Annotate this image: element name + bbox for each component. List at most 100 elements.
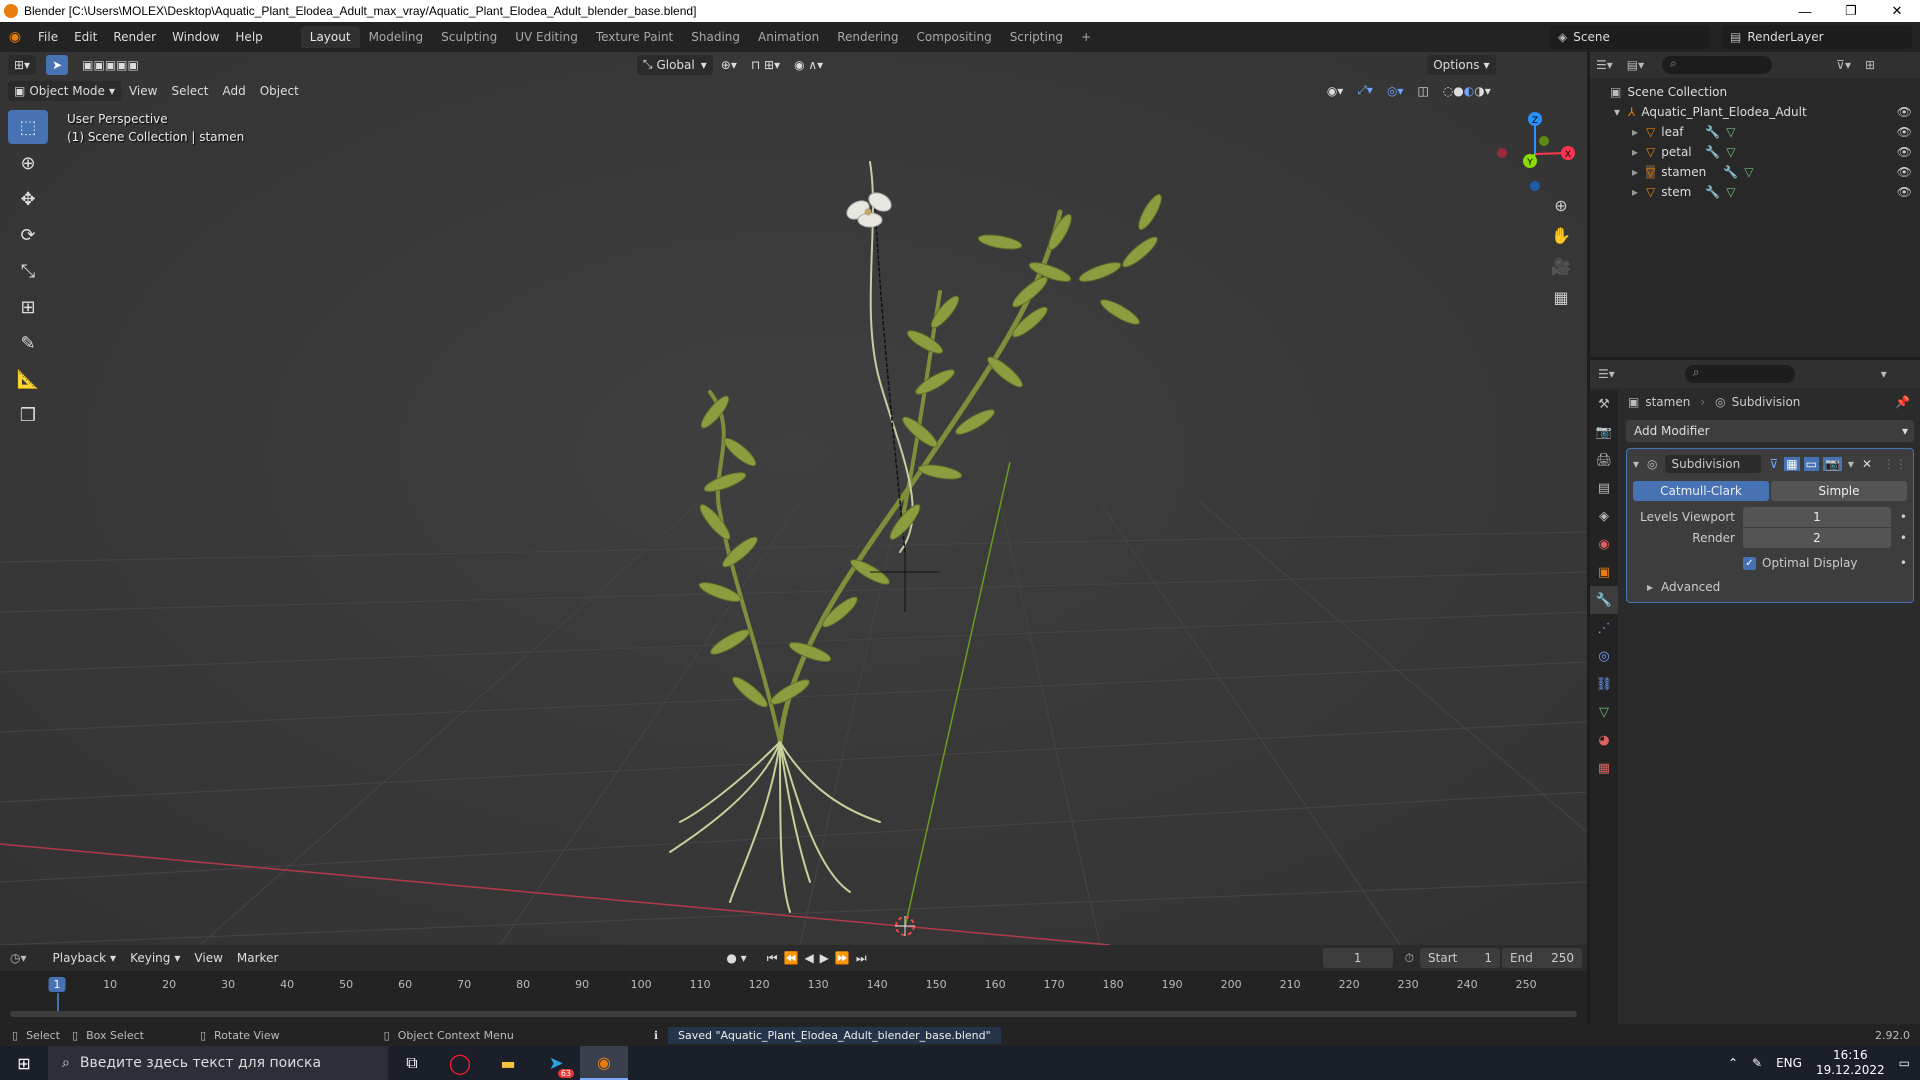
catmull-clark-button[interactable]: Catmull-Clark [1633, 481, 1769, 501]
pin-icon[interactable]: 📌 [1895, 395, 1910, 409]
filter-icon[interactable]: ⊽▾ [1836, 58, 1851, 72]
gizmo-toggle[interactable]: ⤢▾ [1351, 81, 1379, 101]
eye-icon[interactable]: 👁 [1897, 105, 1912, 119]
tab-particles[interactable]: ⋰ [1590, 614, 1618, 642]
pivot-point-button[interactable]: ⊕▾ [715, 55, 743, 75]
chevron-down-icon[interactable]: ▾ [1881, 367, 1887, 381]
editor-type-button[interactable]: ⊞▾ [8, 54, 37, 75]
tab-shading[interactable]: Shading [682, 26, 749, 48]
outliner-item-leaf[interactable]: ▸ ▽ leaf 🔧 ▽ 👁 [1590, 122, 1920, 142]
menu-window[interactable]: Window [164, 30, 227, 44]
tab-modifiers[interactable]: 🔧 [1590, 586, 1618, 614]
editor-type-icon[interactable]: ☰▾ [1598, 367, 1615, 381]
current-frame-field[interactable]: 1 [1322, 948, 1393, 968]
tab-texture-paint[interactable]: Texture Paint [587, 26, 682, 48]
collapse-arrow-icon[interactable]: ▾ [1633, 457, 1647, 471]
keyframe-dot-icon[interactable]: • [1891, 510, 1907, 524]
viewport-menu-add[interactable]: Add [216, 81, 251, 101]
add-cube-tool[interactable]: ❒ [8, 398, 48, 432]
end-frame-field[interactable]: End 250 [1502, 948, 1583, 968]
tab-animation[interactable]: Animation [749, 26, 828, 48]
mode-dropdown[interactable]: ▣ Object Mode ▾ [8, 80, 121, 101]
tab-render[interactable]: 📷 [1590, 418, 1618, 446]
render-toggle-icon[interactable]: 📷 [1822, 457, 1842, 471]
blender-app[interactable]: ◉ [580, 1046, 628, 1080]
clock[interactable]: 16:16 19.12.2022 [1816, 1048, 1885, 1078]
on-cage-toggle-icon[interactable]: ▦ [1784, 457, 1800, 471]
expand-arrow-icon[interactable]: ▾ [1614, 105, 1628, 119]
tab-uv-editing[interactable]: UV Editing [506, 26, 587, 48]
tab-output[interactable]: 🖨 [1590, 446, 1618, 474]
drag-handle-icon[interactable]: ⋮⋮ [1883, 457, 1907, 471]
annotate-tool[interactable]: ✎ [8, 326, 48, 360]
overlay-toggle[interactable]: ◎▾ [1381, 81, 1410, 101]
zoom-button[interactable]: ⊕ [1546, 192, 1576, 218]
tab-modeling[interactable]: Modeling [360, 26, 433, 48]
keying-menu[interactable]: Keying ▾ [124, 948, 186, 968]
shading-modes[interactable]: ◌●◐◑▾ [1437, 81, 1497, 101]
notifications-icon[interactable]: ▭ [1899, 1056, 1910, 1070]
editor-type-icon[interactable]: ◷▾ [10, 951, 27, 965]
tab-object[interactable]: ▣ [1590, 558, 1618, 586]
keyframe-dot-icon[interactable]: • [1891, 531, 1907, 545]
tab-scene[interactable]: ◈ [1590, 502, 1618, 530]
timeline-menu-view[interactable]: View [188, 948, 228, 968]
scale-tool[interactable]: ⤡ [8, 254, 48, 288]
render-layer-selector[interactable]: ▤ RenderLayer [1722, 25, 1912, 49]
expand-arrow-icon[interactable]: ▸ [1632, 185, 1646, 199]
eye-icon[interactable]: 👁 [1897, 185, 1912, 199]
xray-toggle[interactable]: ◫ [1411, 81, 1434, 101]
chevron-down-icon[interactable]: ▾ [1848, 457, 1854, 471]
orientation-dropdown[interactable]: ⤡ Global ▾ [636, 54, 713, 75]
eye-icon[interactable]: 👁 [1897, 145, 1912, 159]
camera-view-button[interactable]: 🎥 [1546, 253, 1576, 279]
search-field[interactable]: ⌕ [1662, 56, 1773, 74]
outliner-collection[interactable]: ▾ ⅄ Aquatic_Plant_Elodea_Adult 👁 [1590, 102, 1920, 122]
start-button[interactable]: ⊞ [0, 1046, 48, 1080]
optimal-display-checkbox[interactable]: ✓ [1743, 556, 1756, 570]
viewport-toggle-icon[interactable]: ▭ [1803, 457, 1819, 471]
expand-arrow-icon[interactable]: ▸ [1632, 145, 1646, 159]
cursor-tool[interactable]: ⊕ [8, 146, 48, 180]
tab-rendering[interactable]: Rendering [828, 26, 907, 48]
new-collection-icon[interactable]: ⊞ [1865, 58, 1875, 72]
eye-icon[interactable]: 👁 [1897, 165, 1912, 179]
editor-type-icon[interactable]: ☰▾ [1596, 58, 1613, 72]
tab-physics[interactable]: ◎ [1590, 642, 1618, 670]
frame-ruler[interactable]: 1 10 20 30 40 50 60 70 80 90 100 110 120 130 140 150 160… [0, 975, 1587, 1017]
advanced-subpanel-header[interactable]: ▸ Advanced [1633, 580, 1907, 594]
outliner-item-petal[interactable]: ▸ ▽ petal 🔧 ▽ 👁 [1590, 142, 1920, 162]
tab-scripting[interactable]: Scripting [1001, 26, 1072, 48]
move-tool[interactable]: ✥ [8, 182, 48, 216]
close-button[interactable]: ✕ [1874, 3, 1920, 19]
timeline-scrollbar[interactable] [10, 1011, 1577, 1017]
taskbar-search[interactable]: ⌕ Введите здесь текст для поиска [48, 1046, 388, 1080]
restore-button[interactable]: ❐ [1828, 3, 1874, 19]
levels-viewport-field[interactable]: 1 [1743, 507, 1891, 527]
viewport-menu-view[interactable]: View [123, 81, 163, 101]
explorer-app[interactable]: ▬ [484, 1046, 532, 1080]
tab-layout[interactable]: Layout [300, 26, 360, 48]
modifier-name-field[interactable]: Subdivision [1665, 455, 1762, 473]
edit-mode-toggle-icon[interactable]: ⊽ [1769, 457, 1778, 471]
tab-data[interactable]: ▽ [1590, 698, 1618, 726]
menu-edit[interactable]: Edit [66, 30, 105, 44]
playback-menu[interactable]: Playback ▾ [47, 948, 123, 968]
proportional-edit-button[interactable]: ◉ ∧▾ [788, 55, 829, 75]
rotate-tool[interactable]: ⟳ [8, 218, 48, 252]
scene-selector[interactable]: ◈ Scene [1550, 25, 1710, 49]
select-box-modes[interactable]: ▣▣▣▣▣ [76, 55, 145, 75]
minimize-button[interactable]: — [1782, 4, 1828, 19]
close-icon[interactable]: ✕ [1862, 457, 1872, 471]
tab-material[interactable]: ◕ [1590, 726, 1618, 754]
add-workspace-button[interactable]: + [1072, 26, 1100, 48]
playback-controls[interactable]: ⏮⏪◀▶⏩⏭ [767, 951, 873, 966]
menu-file[interactable]: File [30, 30, 66, 44]
blender-menu-icon[interactable]: ◉ [0, 29, 30, 45]
render-levels-field[interactable]: 2 [1743, 528, 1891, 548]
start-frame-field[interactable]: Start 1 [1420, 948, 1501, 968]
select-box-tool[interactable]: ⬚ [8, 110, 48, 144]
3d-viewport[interactable]: ⊞▾ ➤ ▣▣▣▣▣ ⤡ Global ▾ ⊕▾ ⊓ ⊞▾ ◉ ∧▾ Optio… [0, 52, 1587, 945]
viewport-menu-object[interactable]: Object [254, 81, 305, 101]
expand-arrow-icon[interactable]: ▸ [1632, 125, 1646, 139]
